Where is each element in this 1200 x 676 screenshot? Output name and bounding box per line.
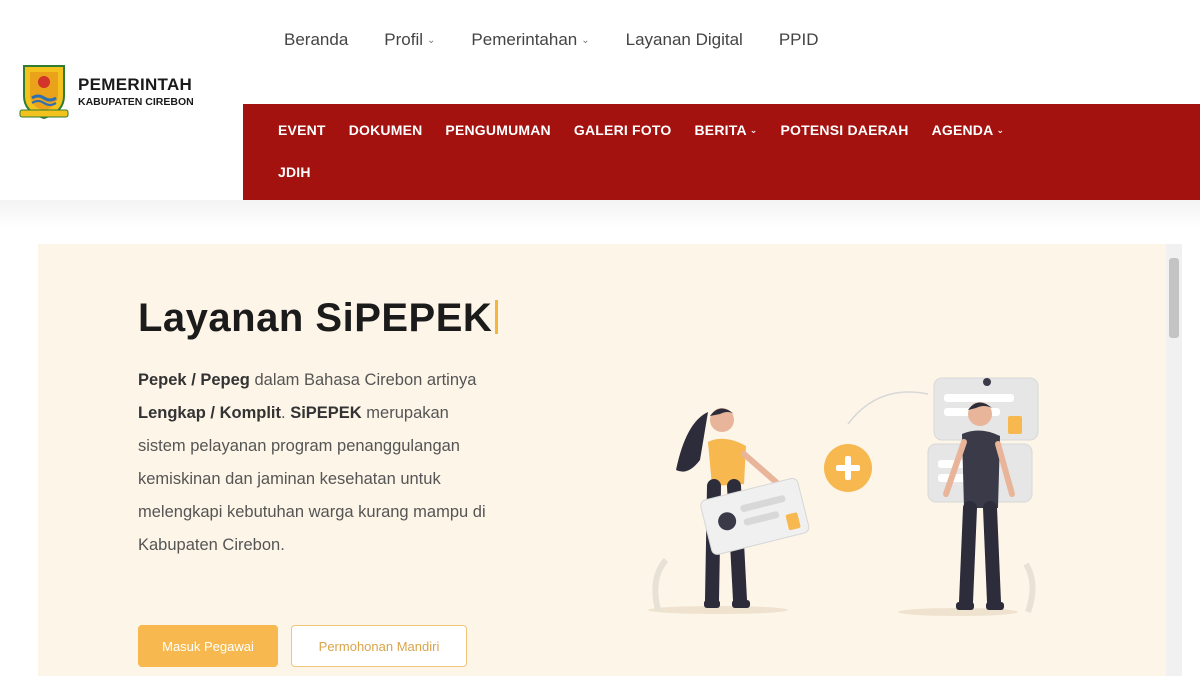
nav-layanan-digital[interactable]: Layanan Digital — [626, 30, 743, 50]
desc-term: Lengkap / Komplit — [138, 404, 282, 422]
nav-label: DOKUMEN — [348, 122, 423, 138]
logo-text: PEMERINTAH KABUPATEN CIREBON — [78, 75, 194, 108]
header-divider — [0, 200, 1200, 228]
site-header: PEMERINTAH KABUPATEN CIREBON Beranda Pro… — [0, 0, 1200, 200]
top-navigation: Beranda Profil ⌄ Pemerintahan ⌄ Layanan Di… — [284, 30, 855, 50]
desc-text: merupakan sistem pelayanan program penan… — [138, 404, 486, 554]
nav-label: Layanan Digital — [625, 30, 743, 49]
nav-profil[interactable]: Profil ⌄ — [384, 30, 435, 50]
nav-label: PENGUMUMAN — [445, 122, 551, 138]
desc-text: dalam Bahasa Cirebon artinya — [249, 371, 477, 389]
hero-description: Pepek / Pepeg dalam Bahasa Cirebon artin… — [138, 364, 498, 562]
secondary-nav-row: EVENT DOKUMEN PENGUMUMAN GALERI FOTO BER… — [278, 122, 1027, 138]
site-logo[interactable]: PEMERINTAH KABUPATEN CIREBON — [18, 62, 194, 120]
typing-cursor — [495, 300, 499, 334]
nav-label: PPID — [778, 30, 819, 49]
people-exchanging-cards-illustration — [648, 377, 1039, 616]
logo-title: PEMERINTAH — [78, 74, 193, 94]
self-application-button[interactable]: Permohonan Mandiri — [291, 625, 467, 667]
nav-event[interactable]: EVENT — [278, 122, 326, 138]
desc-term: SiPEPEK — [290, 404, 362, 422]
scrollbar-thumb[interactable] — [1169, 258, 1179, 338]
nav-label: AGENDA — [931, 122, 994, 138]
desc-term: Pepek / Pepeg — [138, 371, 250, 389]
nav-label: Beranda — [284, 30, 349, 49]
nav-label: EVENT — [278, 122, 326, 138]
desc-text: . — [281, 404, 291, 422]
chevron-down-icon: ⌄ — [581, 34, 590, 46]
nav-berita[interactable]: BERITA ⌄ — [694, 122, 757, 138]
logo-subtitle: KABUPATEN CIREBON — [78, 95, 194, 108]
nav-agenda[interactable]: AGENDA ⌄ — [932, 122, 1005, 138]
nav-pengumuman[interactable]: PENGUMUMAN — [445, 122, 550, 138]
chevron-down-icon: ⌄ — [996, 124, 1005, 135]
chevron-down-icon: ⌄ — [427, 34, 436, 46]
nav-potensi-daerah[interactable]: POTENSI DAERAH — [781, 122, 909, 138]
nav-beranda[interactable]: Beranda — [284, 30, 348, 50]
chevron-down-icon: ⌄ — [749, 124, 758, 135]
secondary-nav-row: JDIH — [278, 164, 334, 180]
nav-dokumen[interactable]: DOKUMEN — [349, 122, 423, 138]
nav-label: GALERI FOTO — [573, 122, 672, 138]
secondary-navigation: EVENT DOKUMEN PENGUMUMAN GALERI FOTO BER… — [243, 104, 1200, 200]
hero-title: Layanan SiPEPEK — [138, 296, 499, 341]
nav-label: JDIH — [278, 164, 311, 180]
nav-ppid[interactable]: PPID — [779, 30, 819, 50]
nav-jdih[interactable]: JDIH — [278, 164, 311, 180]
nav-pemerintahan[interactable]: Pemerintahan ⌄ — [471, 30, 589, 50]
nav-label: BERITA — [694, 122, 747, 138]
page-scrollbar[interactable] — [1166, 244, 1182, 676]
nav-galeri-foto[interactable]: GALERI FOTO — [574, 122, 672, 138]
nav-label: POTENSI DAERAH — [780, 122, 909, 138]
nav-label: Pemerintahan — [471, 30, 578, 49]
login-employee-button[interactable]: Masuk Pegawai — [138, 625, 278, 667]
emblem-icon — [19, 65, 69, 120]
hero-section: Layanan SiPEPEK Pepek / Pepeg dalam Baha… — [38, 244, 1166, 676]
hero-title-text: Layanan SiPEPEK — [138, 296, 493, 340]
nav-label: Profil — [384, 30, 424, 49]
